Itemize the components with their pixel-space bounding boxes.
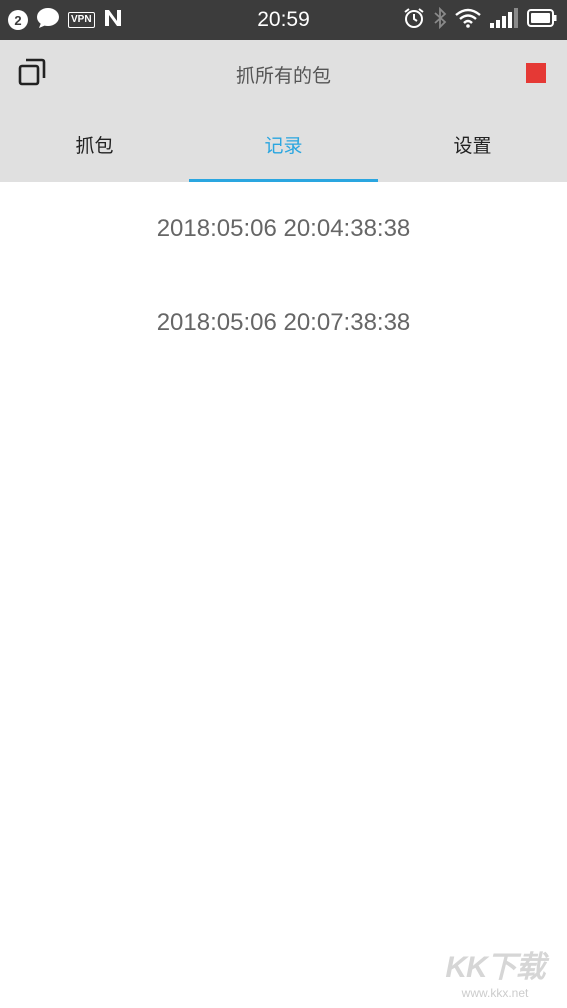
list-item[interactable]: 2018:05:06 20:07:38:38 xyxy=(0,276,567,370)
vpn-icon: VPN xyxy=(68,12,95,28)
tab-label: 记录 xyxy=(264,134,303,157)
page-title: 抓所有的包 xyxy=(235,65,331,87)
bluetooth-icon xyxy=(433,6,447,33)
watermark-url: www.kkx.net xyxy=(461,986,529,1000)
alarm-icon xyxy=(403,7,425,33)
watermark-logo: KK下载 xyxy=(445,951,545,984)
status-bar: 2 VPN 20:59 xyxy=(0,0,567,40)
tab-label: 抓包 xyxy=(75,134,114,157)
tab-settings[interactable]: 设置 xyxy=(378,106,567,182)
battery-icon xyxy=(527,9,557,31)
copy-button[interactable] xyxy=(16,58,48,90)
tab-records[interactable]: 记录 xyxy=(189,106,378,182)
tab-capture[interactable]: 抓包 xyxy=(0,106,189,182)
tab-label: 设置 xyxy=(453,134,492,157)
notification-count-icon: 2 xyxy=(8,10,28,30)
app-bar: 抓所有的包 xyxy=(0,40,567,106)
list-item[interactable]: 2018:05:06 20:04:38:38 xyxy=(0,182,567,276)
signal-icon xyxy=(489,8,519,32)
stop-capture-button[interactable] xyxy=(525,62,547,84)
chat-bubble-icon xyxy=(36,7,60,33)
status-bar-right xyxy=(403,6,557,33)
stop-icon xyxy=(526,63,546,83)
wifi-icon xyxy=(455,8,481,32)
watermark: KK下载 www.kkx.net xyxy=(445,942,545,1000)
status-bar-left: 2 VPN xyxy=(8,8,123,32)
record-list: 2018:05:06 20:04:38:38 2018:05:06 20:07:… xyxy=(0,182,567,370)
copy-icon xyxy=(18,58,46,90)
n-app-icon xyxy=(103,8,123,32)
tab-bar: 抓包 记录 设置 xyxy=(0,106,567,182)
